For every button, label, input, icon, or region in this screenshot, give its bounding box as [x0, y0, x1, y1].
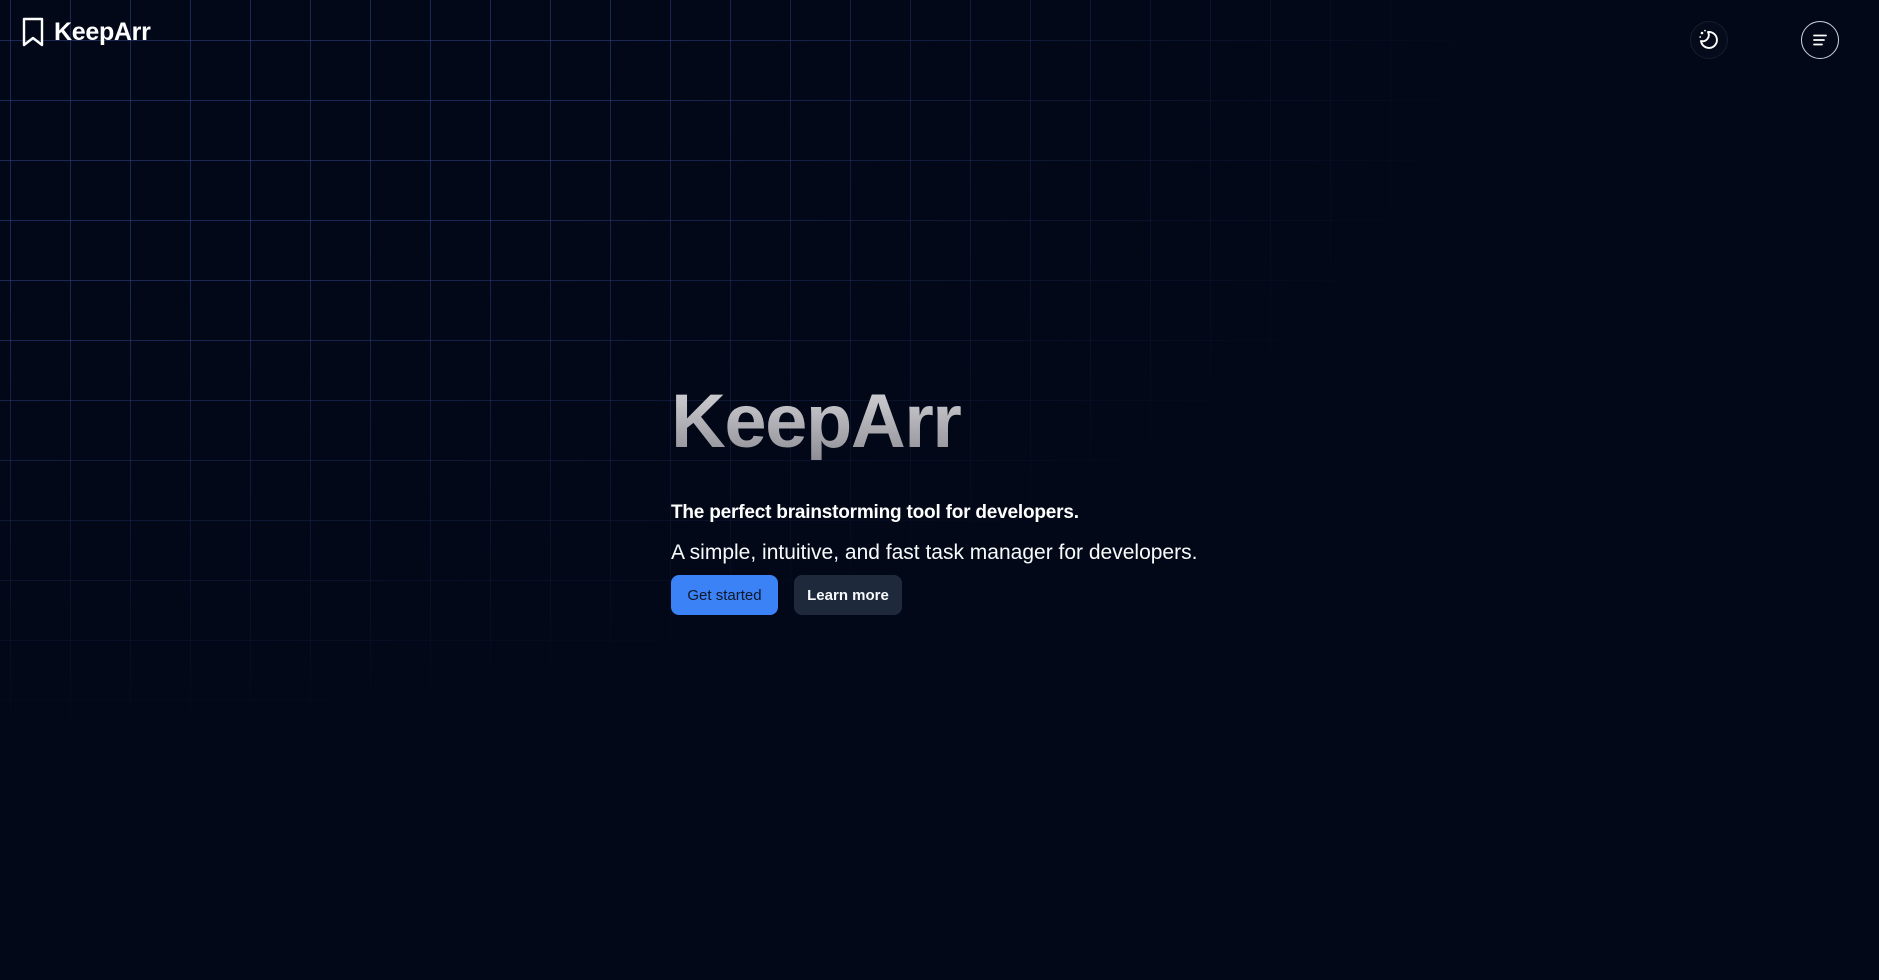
- menu-icon: [1813, 34, 1827, 46]
- hero-description: A simple, intuitive, and fast task manag…: [671, 541, 1198, 564]
- brand-link[interactable]: KeepArr: [20, 16, 151, 48]
- brand-name: KeepArr: [54, 17, 151, 46]
- hero-tagline: The perfect brainstorming tool for devel…: [671, 502, 1079, 523]
- get-started-button[interactable]: Get started: [671, 575, 778, 615]
- hero-section: KeepArr The perfect brainstorming tool f…: [671, 384, 1197, 615]
- theme-toggle-button[interactable]: [1690, 21, 1728, 59]
- hero-title: KeepArr: [671, 384, 1197, 460]
- bookmark-icon: [22, 17, 44, 47]
- hero-actions: Get started Learn more: [671, 575, 1197, 615]
- learn-more-button[interactable]: Learn more: [794, 575, 902, 615]
- landing-page: KeepArr KeepArr The perfect brainstormin…: [0, 0, 1879, 980]
- site-header: KeepArr: [0, 0, 1879, 80]
- menu-button[interactable]: [1801, 21, 1839, 59]
- moon-sparkle-icon: [1699, 29, 1718, 49]
